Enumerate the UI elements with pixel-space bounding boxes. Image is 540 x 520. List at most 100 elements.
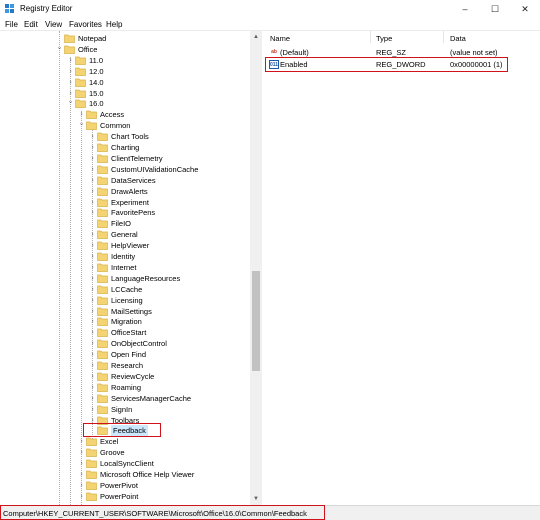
chevron-down-icon[interactable]: ⌄ — [78, 118, 85, 129]
chevron-right-icon[interactable]: › — [78, 491, 85, 502]
tree-item-label: DrawAlerts — [111, 186, 148, 196]
chevron-right-icon[interactable]: › — [89, 316, 96, 327]
tree-item[interactable]: › SignIn — [0, 404, 250, 415]
tree-item[interactable]: › Research — [0, 360, 250, 371]
chevron-right-icon[interactable]: › — [89, 295, 96, 306]
tree-item[interactable]: › OnObjectControl — [0, 338, 250, 349]
chevron-right-icon[interactable]: › — [89, 349, 96, 360]
folder-icon — [97, 285, 108, 294]
chevron-right-icon[interactable]: › — [89, 306, 96, 317]
chevron-right-icon[interactable]: › — [78, 447, 85, 458]
tree-scrollbar[interactable]: ▲ ▼ — [250, 31, 262, 505]
tree-item[interactable]: › LocalSyncClient — [0, 458, 250, 469]
menu-file[interactable]: File — [5, 20, 18, 29]
tree-item[interactable]: › MailSettings — [0, 306, 250, 317]
tree-item[interactable]: › Chart Tools — [0, 131, 250, 142]
chevron-right-icon[interactable]: › — [89, 393, 96, 404]
chevron-down-icon[interactable]: ⌄ — [67, 96, 74, 107]
chevron-right-icon[interactable]: › — [89, 404, 96, 415]
close-button[interactable]: ✕ — [510, 0, 540, 18]
chevron-down-icon[interactable]: ⌄ — [56, 42, 63, 53]
tree-item[interactable]: › Experiment — [0, 197, 250, 208]
tree-item[interactable]: › DrawAlerts — [0, 186, 250, 197]
chevron-right-icon[interactable]: › — [89, 207, 96, 218]
column-header-type[interactable]: Type — [376, 34, 392, 43]
tree-item[interactable]: › ServicesManagerCache — [0, 393, 250, 404]
registry-tree[interactable]: Notepad ⌄ Office › 11.0 › 12.0 › 14.0 › 15.0 ⌄ 16.0 ›… — [0, 31, 262, 505]
tree-item[interactable]: Notepad — [0, 33, 250, 44]
column-divider[interactable] — [370, 31, 371, 43]
tree-item[interactable]: › Charting — [0, 142, 250, 153]
tree-item[interactable]: › Migration — [0, 316, 250, 327]
chevron-right-icon[interactable]: › — [89, 197, 96, 208]
scroll-thumb[interactable] — [252, 271, 260, 371]
chevron-right-icon[interactable]: › — [89, 327, 96, 338]
tree-item[interactable]: › Open Find — [0, 349, 250, 360]
scroll-up-icon[interactable]: ▲ — [250, 31, 262, 43]
tree-item[interactable]: › 11.0 — [0, 55, 250, 66]
title-bar: Registry Editor – ☐ ✕ — [0, 0, 540, 18]
column-header-name[interactable]: Name — [270, 34, 290, 43]
menu-edit[interactable]: Edit — [24, 20, 38, 29]
chevron-right-icon[interactable]: › — [89, 240, 96, 251]
chevron-right-icon[interactable]: › — [67, 55, 74, 66]
column-divider[interactable] — [443, 31, 444, 43]
chevron-right-icon[interactable]: › — [89, 371, 96, 382]
tree-item-label: Roaming — [111, 382, 142, 392]
tree-item[interactable]: › PowerPivot — [0, 480, 250, 491]
chevron-right-icon[interactable]: › — [89, 175, 96, 186]
minimize-button[interactable]: – — [450, 0, 480, 18]
tree-item[interactable]: ⌄ Common — [0, 120, 250, 131]
chevron-right-icon[interactable]: › — [89, 131, 96, 142]
chevron-right-icon[interactable]: › — [89, 382, 96, 393]
chevron-right-icon[interactable]: › — [89, 338, 96, 349]
column-header-data[interactable]: Data — [450, 34, 466, 43]
menu-favorites[interactable]: Favorites — [69, 20, 102, 29]
chevron-right-icon[interactable]: › — [78, 480, 85, 491]
chevron-right-icon[interactable]: › — [89, 284, 96, 295]
tree-item[interactable]: › HelpViewer — [0, 240, 250, 251]
tree-item[interactable]: › LCCache — [0, 284, 250, 295]
maximize-button[interactable]: ☐ — [480, 0, 510, 18]
tree-item[interactable]: ⌄ Office — [0, 44, 250, 55]
chevron-right-icon[interactable]: › — [89, 251, 96, 262]
menu-view[interactable]: View — [45, 20, 62, 29]
tree-item[interactable]: › LanguageResources — [0, 273, 250, 284]
tree-item[interactable]: › ReviewCycle — [0, 371, 250, 382]
tree-item[interactable]: › Identity — [0, 251, 250, 262]
tree-item[interactable]: › FavoritePens — [0, 207, 250, 218]
chevron-right-icon[interactable]: › — [89, 360, 96, 371]
tree-item[interactable]: › 12.0 — [0, 66, 250, 77]
tree-item[interactable]: › Internet — [0, 262, 250, 273]
tree-item[interactable]: › PowerPoint — [0, 491, 250, 502]
tree-item[interactable]: › Microsoft Office Help Viewer — [0, 469, 250, 480]
chevron-right-icon[interactable]: › — [67, 77, 74, 88]
tree-item[interactable]: › Groove — [0, 447, 250, 458]
chevron-right-icon[interactable]: › — [89, 273, 96, 284]
tree-item[interactable]: › Roaming — [0, 382, 250, 393]
chevron-right-icon[interactable]: › — [89, 262, 96, 273]
chevron-right-icon[interactable]: › — [89, 142, 96, 153]
chevron-right-icon[interactable]: › — [89, 229, 96, 240]
chevron-right-icon[interactable]: › — [67, 66, 74, 77]
scroll-down-icon[interactable]: ▼ — [250, 493, 262, 505]
chevron-right-icon[interactable]: › — [89, 164, 96, 175]
tree-item[interactable]: › Access — [0, 109, 250, 120]
tree-item[interactable]: › 14.0 — [0, 77, 250, 88]
chevron-right-icon[interactable]: › — [89, 153, 96, 164]
chevron-right-icon[interactable]: › — [78, 458, 85, 469]
chevron-right-icon[interactable]: › — [78, 469, 85, 480]
menu-help[interactable]: Help — [106, 20, 122, 29]
tree-item[interactable]: › 15.0 — [0, 88, 250, 99]
tree-item[interactable]: › OfficeStart — [0, 327, 250, 338]
chevron-right-icon[interactable]: › — [78, 436, 85, 447]
tree-item[interactable]: › ClientTelemetry — [0, 153, 250, 164]
tree-item[interactable]: › DataServices — [0, 175, 250, 186]
tree-item[interactable]: FileIO — [0, 218, 250, 229]
tree-item[interactable]: › Licensing — [0, 295, 250, 306]
tree-item[interactable]: › CustomUIValidationCache — [0, 164, 250, 175]
tree-item[interactable]: › General — [0, 229, 250, 240]
tree-item[interactable]: ⌄ 16.0 — [0, 98, 250, 109]
tree-item[interactable]: › Excel — [0, 436, 250, 447]
chevron-right-icon[interactable]: › — [89, 186, 96, 197]
